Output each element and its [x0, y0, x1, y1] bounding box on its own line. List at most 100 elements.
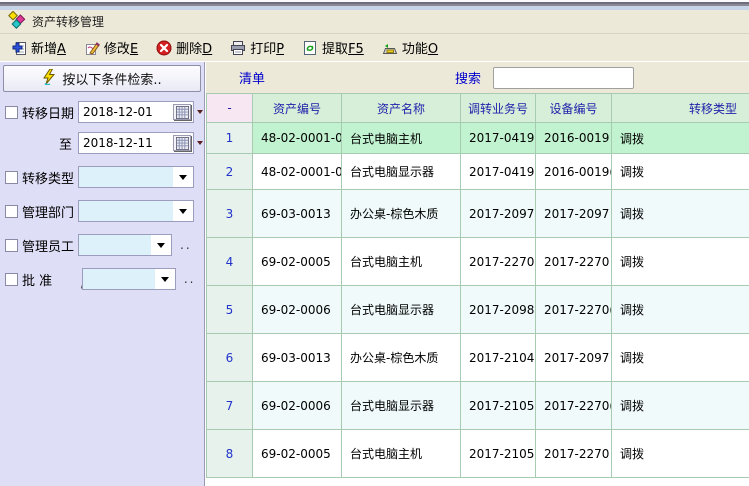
cell-device-no[interactable]: 2016-0019(1): [536, 154, 612, 190]
cell-transfer-type[interactable]: 调拨: [612, 190, 749, 238]
date-to-label: 至: [18, 134, 78, 153]
date-from-input[interactable]: [79, 103, 165, 121]
cell-device-no[interactable]: 2017-2270(1): [536, 286, 612, 334]
add-button[interactable]: 新增A: [4, 35, 73, 60]
date-to-field: [78, 132, 194, 154]
cell-asset-no[interactable]: 69-02-0005: [253, 238, 342, 286]
table-row[interactable]: 669-03-0013办公桌-棕色木质2017-21042017-2097调拨: [207, 334, 749, 382]
cell-asset-no[interactable]: 69-03-0013: [253, 190, 342, 238]
column-header-type[interactable]: 转移类型: [612, 94, 749, 123]
row-number[interactable]: 7: [207, 382, 253, 430]
cell-device-no[interactable]: 2017-2270: [536, 238, 612, 286]
search-label: 搜索: [455, 68, 481, 87]
search-by-criteria-button[interactable]: 按以下条件检索..: [3, 65, 201, 92]
cell-transfer-type[interactable]: 调拨: [612, 334, 749, 382]
filter-sidebar: 按以下条件检索.. 转移日期 至: [0, 62, 205, 486]
calendar-icon[interactable]: [173, 104, 191, 120]
chevron-down-icon[interactable]: [173, 167, 193, 187]
chevron-down-icon[interactable]: [151, 235, 171, 255]
row-number[interactable]: 3: [207, 190, 253, 238]
list-header-bar: 清单 搜索: [206, 62, 749, 93]
cell-asset-name[interactable]: 台式电脑显示器: [342, 154, 461, 190]
search-input[interactable]: [493, 67, 634, 89]
cell-transfer-type[interactable]: 调拨: [612, 430, 749, 478]
cell-device-no[interactable]: 2016-0019: [536, 123, 612, 154]
row-number[interactable]: 8: [207, 430, 253, 478]
function-button[interactable]: 功能O: [375, 35, 445, 60]
column-header-biz-no[interactable]: 调转业务号: [461, 94, 536, 123]
cell-transfer-type[interactable]: 调拨: [612, 123, 749, 154]
row-number[interactable]: 5: [207, 286, 253, 334]
cell-device-no[interactable]: 2017-2270: [536, 430, 612, 478]
cell-biz-no[interactable]: 2017-0419: [461, 154, 536, 190]
edit-button[interactable]: 修改E: [77, 35, 145, 60]
manage-staff-checkbox[interactable]: [5, 239, 18, 252]
cell-asset-no[interactable]: 69-03-0013: [253, 334, 342, 382]
print-button[interactable]: 打印P: [223, 35, 291, 60]
manage-dept-combobox[interactable]: [78, 200, 194, 222]
approve-combobox[interactable]: [82, 268, 176, 290]
row-number[interactable]: 4: [207, 238, 253, 286]
table-row[interactable]: 248-02-0001-02台式电脑显示器2017-04192016-0019(…: [207, 154, 749, 190]
table-row[interactable]: 769-02-0006台式电脑显示器2017-21052017-2270(1)调…: [207, 382, 749, 430]
cell-transfer-type[interactable]: 调拨: [612, 238, 749, 286]
toolbar: 新增A 修改E 删除D: [0, 34, 749, 62]
transfer-type-checkbox[interactable]: [5, 171, 18, 184]
cell-biz-no[interactable]: 2017-2270: [461, 238, 536, 286]
column-header-device-no[interactable]: 设备编号: [536, 94, 612, 123]
table-row[interactable]: 869-02-0005台式电脑主机2017-21052017-2270调拨: [207, 430, 749, 478]
manage-staff-combobox[interactable]: [78, 234, 172, 256]
manage-staff-browse-button[interactable]: ..: [180, 238, 192, 252]
row-number[interactable]: 1: [207, 123, 253, 154]
cell-biz-no[interactable]: 2017-2105: [461, 430, 536, 478]
transfer-type-combobox[interactable]: [78, 166, 194, 188]
cell-device-no[interactable]: 2017-2270(1): [536, 382, 612, 430]
cell-asset-name[interactable]: 台式电脑主机: [342, 123, 461, 154]
transfer-type-label: 转移类型: [18, 168, 78, 187]
search-by-criteria-label: 按以下条件检索..: [62, 69, 161, 88]
transfer-date-checkbox[interactable]: [5, 106, 18, 119]
cell-asset-no[interactable]: 69-02-0005: [253, 430, 342, 478]
cell-asset-name[interactable]: 办公桌-棕色木质: [342, 334, 461, 382]
column-header-asset-no[interactable]: 资产编号: [253, 94, 342, 123]
row-number[interactable]: 6: [207, 334, 253, 382]
extract-button[interactable]: 提取F5: [295, 35, 371, 60]
cell-transfer-type[interactable]: 调拨: [612, 154, 749, 190]
cell-biz-no[interactable]: 2017-2105: [461, 382, 536, 430]
cell-device-no[interactable]: 2017-2097: [536, 334, 612, 382]
delete-button[interactable]: 删除D: [149, 35, 219, 60]
approve-browse-button[interactable]: ..: [184, 272, 196, 286]
calendar-icon[interactable]: [173, 135, 191, 151]
table-row[interactable]: 569-02-0006台式电脑显示器2017-20982017-2270(1)调…: [207, 286, 749, 334]
cell-asset-name[interactable]: 台式电脑主机: [342, 430, 461, 478]
table-row[interactable]: 369-03-0013办公桌-棕色木质2017-20972017-2097调拨: [207, 190, 749, 238]
approve-checkbox[interactable]: [5, 273, 18, 286]
chevron-down-icon[interactable]: [173, 201, 193, 221]
function-icon: [382, 40, 398, 56]
lightning-icon: [42, 69, 56, 89]
column-header-asset-name[interactable]: 资产名称: [342, 94, 461, 123]
table-row[interactable]: 469-02-0005台式电脑主机2017-22702017-2270调拨: [207, 238, 749, 286]
chevron-down-icon[interactable]: [155, 269, 175, 289]
cell-asset-name[interactable]: 办公桌-棕色木质: [342, 190, 461, 238]
cell-transfer-type[interactable]: 调拨: [612, 286, 749, 334]
filter-manage-dept: 管理部门: [3, 200, 201, 222]
cell-biz-no[interactable]: 2017-0419: [461, 123, 536, 154]
cell-biz-no[interactable]: 2017-2097: [461, 190, 536, 238]
cell-asset-no[interactable]: 48-02-0001-01: [253, 123, 342, 154]
cell-asset-no[interactable]: 48-02-0001-02: [253, 154, 342, 190]
cell-asset-no[interactable]: 69-02-0006: [253, 286, 342, 334]
cell-asset-name[interactable]: 台式电脑主机: [342, 238, 461, 286]
row-number[interactable]: 2: [207, 154, 253, 190]
table-row[interactable]: 148-02-0001-01台式电脑主机2017-04192016-0019调拨: [207, 123, 749, 154]
cell-asset-no[interactable]: 69-02-0006: [253, 382, 342, 430]
column-header-selector[interactable]: -: [207, 94, 253, 123]
cell-asset-name[interactable]: 台式电脑显示器: [342, 286, 461, 334]
cell-transfer-type[interactable]: 调拨: [612, 382, 749, 430]
date-to-input[interactable]: [79, 134, 165, 152]
cell-biz-no[interactable]: 2017-2098: [461, 286, 536, 334]
cell-biz-no[interactable]: 2017-2104: [461, 334, 536, 382]
manage-dept-checkbox[interactable]: [5, 205, 18, 218]
cell-asset-name[interactable]: 台式电脑显示器: [342, 382, 461, 430]
cell-device-no[interactable]: 2017-2097: [536, 190, 612, 238]
